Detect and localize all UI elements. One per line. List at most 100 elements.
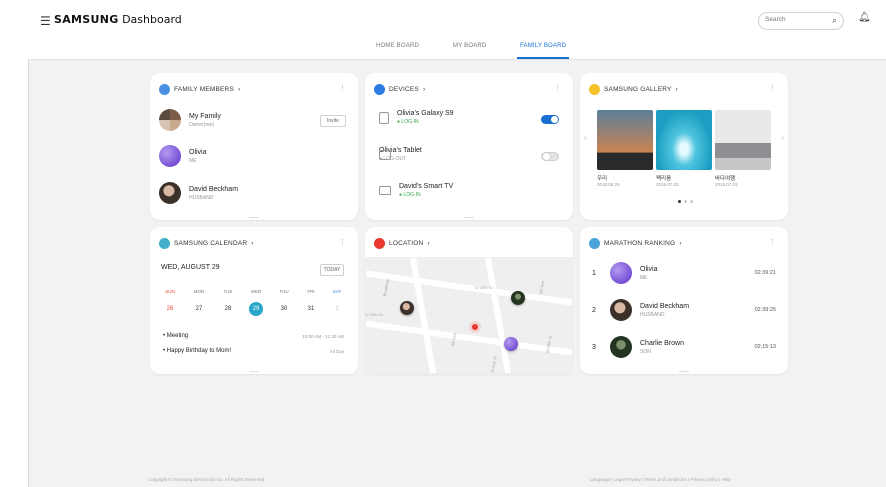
card-title: SAMSUNG GALLERY [604,86,672,93]
tab-family-board[interactable]: FAMILY BOARD [516,43,570,59]
marathon-header[interactable]: MARATHON RANKING › [589,238,682,249]
calendar-day[interactable]: 31 [304,302,318,316]
member-location-pin[interactable] [400,301,414,315]
brand-title: SAMSUNG Dashboard [54,13,182,26]
location-card: LOCATION › Broadway W 38th St 5th Ave W 4… [365,227,573,374]
weekday-label: WED [250,289,262,294]
list-item[interactable]: 3 Charlie Brown SON [592,336,684,358]
more-icon[interactable]: ⋮ [554,84,561,92]
weekday-label: FRI [307,289,315,294]
carousel-dot[interactable] [678,200,681,203]
location-header[interactable]: LOCATION › [374,238,430,249]
hamburger-icon[interactable]: ☰ [40,14,51,28]
bell-icon[interactable]: 🔔︎ [858,12,871,23]
runner-name: Charlie Brown [640,339,684,347]
runner-role: SON [640,348,651,355]
more-icon[interactable]: ⋮ [769,84,776,92]
weekday-label: MON [193,289,205,294]
map-road [365,320,573,356]
avatar [610,336,632,358]
location-map[interactable]: Broadway W 38th St 5th Ave W 40th St 8th… [365,257,573,374]
calendar-day[interactable]: 1 [330,302,344,316]
event-title[interactable]: • Happy Birthday to Mom! [163,348,231,354]
calendar-day[interactable]: 30 [277,302,291,316]
photo-date: 2018.07.03 [715,182,738,187]
tab-my-board[interactable]: MY BOARD [453,43,487,49]
calendar-day[interactable]: 27 [192,302,206,316]
more-icon[interactable]: ⋮ [769,238,776,246]
search-box[interactable]: ⌕ [758,12,844,30]
weekday-label: THU [279,289,289,294]
weekday-label: SAT [332,289,342,294]
copyright-text: Copyright © Samsung Electronics Co. All … [148,477,265,482]
chevron-right-icon: › [238,86,241,93]
calendar-header[interactable]: SAMSUNG CALENDAR › [159,238,254,249]
device-status: ● LOG-IN [399,192,421,198]
avatar [159,145,181,167]
chevron-right-icon: › [427,240,430,247]
footer-links[interactable]: Language | Legal Privacy | Terms and con… [590,477,731,482]
device-toggle[interactable] [541,152,559,161]
more-icon[interactable]: ⋮ [339,238,346,246]
scroll-indicator [249,217,259,218]
tab-home-board[interactable]: HOME BOARD [376,43,419,49]
photo-title: 바다여행 [715,176,736,182]
street-label: 8th Ave [450,332,458,347]
runner-name: Olivia [640,265,658,273]
gallery-card: SAMSUNG GALLERY › ⋮ ‹ › 우리 2018.08.26 팩리움… [580,73,788,220]
member-name: Olivia [189,148,207,156]
avatar [159,182,181,204]
chevron-right-icon[interactable]: › [781,133,784,142]
calendar-day[interactable]: 26 [163,302,177,316]
event-title[interactable]: • Meeting [163,333,188,339]
device-status: ● LOG-IN [397,119,419,125]
card-title: MARATHON RANKING [604,240,676,247]
rank-number: 1 [592,269,596,277]
gallery-photo[interactable] [715,110,771,170]
list-item[interactable]: Olivia ME [159,145,207,167]
marathon-icon [589,238,600,249]
carousel-dot[interactable] [690,200,693,203]
map-road [409,257,437,374]
gallery-header[interactable]: SAMSUNG GALLERY › [589,84,678,95]
carousel-dot[interactable] [684,200,687,203]
list-item[interactable]: David's Smart TV ● LOG-IN [379,183,453,198]
today-button[interactable]: TODAY [320,264,344,276]
search-input[interactable] [765,16,825,23]
board-tabs: HOME BOARD MY BOARD FAMILY BOARD [28,40,886,60]
card-title: LOCATION [389,240,424,247]
list-item[interactable]: Olivia's Galaxy S9 ● LOG-IN [379,110,454,125]
device-name: Olivia's Galaxy S9 [397,110,454,117]
member-location-pin[interactable] [504,337,518,351]
list-item[interactable]: My Family Owner(me) [159,109,221,131]
list-item[interactable]: 2 David Beckham HUSBAND [592,299,689,321]
list-item[interactable]: 1 Olivia ME [592,262,658,284]
avatar [159,109,181,131]
member-name: David Beckham [189,185,239,193]
gallery-photo[interactable] [656,110,712,170]
member-location-pin[interactable] [511,291,525,305]
invite-button[interactable]: Invite [320,115,346,127]
search-icon[interactable]: ⌕ [832,15,837,26]
family-members-header[interactable]: FAMILY MEMBERS › [159,84,240,95]
devices-header[interactable]: DEVICES › [374,84,425,95]
calendar-day-selected[interactable]: 29 [249,302,263,316]
calendar-day[interactable]: 28 [221,302,235,316]
gallery-photo[interactable] [597,110,653,170]
chevron-left-icon[interactable]: ‹ [584,133,587,142]
chevron-right-icon: › [422,86,426,93]
rank-number: 2 [592,306,596,314]
member-name: My Family [189,112,221,120]
weekday-label: TUE [223,289,233,294]
card-title: SAMSUNG CALENDAR [174,240,248,247]
chevron-right-icon: › [679,240,682,247]
list-item[interactable]: Olivia's Tablet ● LOG-OUT [379,147,422,162]
street-label: 5th Ave [538,280,546,295]
card-title: DEVICES [389,86,419,93]
photo-date: 2018.07.03 [656,182,679,187]
list-item[interactable]: David Beckham HUSBAND [159,182,238,204]
device-toggle[interactable] [541,115,559,124]
more-icon[interactable]: ⋮ [339,84,346,92]
member-role: Owner(me) [189,121,215,128]
member-role: HUSBAND [189,194,214,201]
